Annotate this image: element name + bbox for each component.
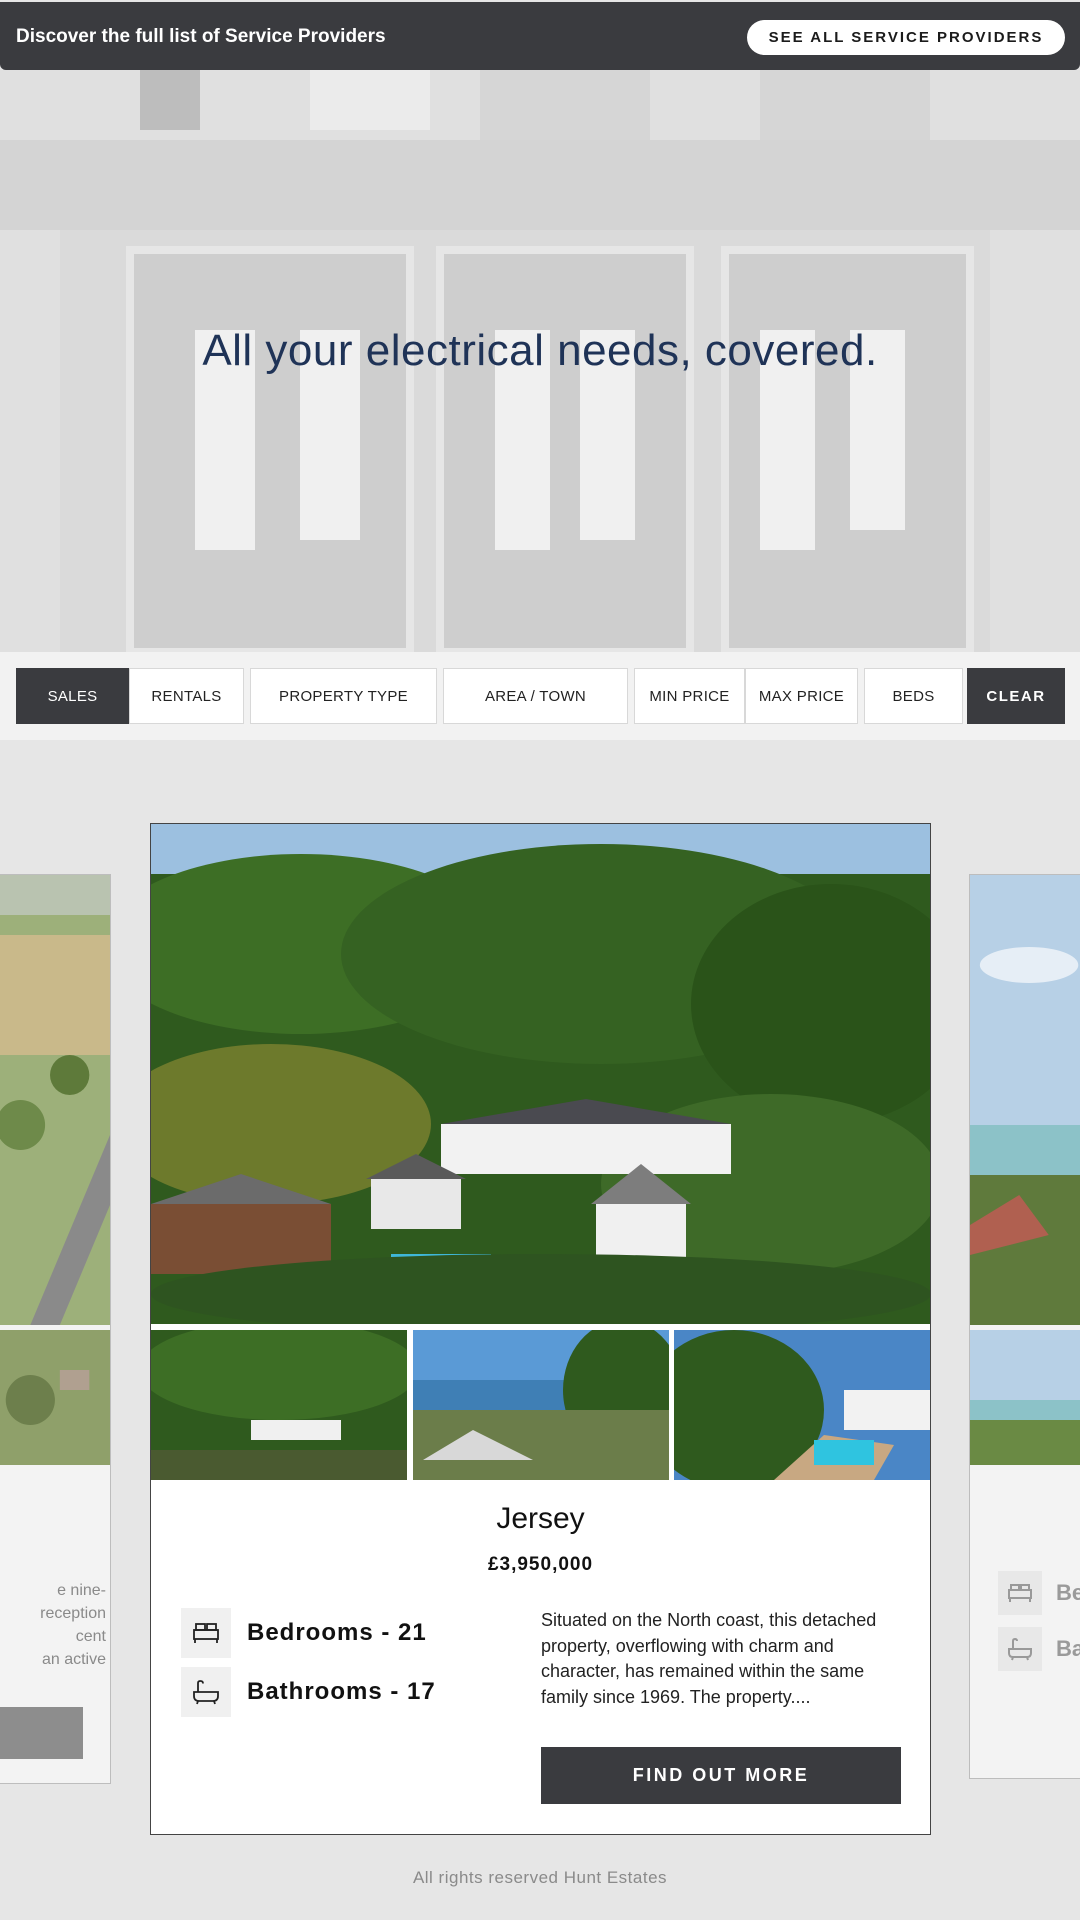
- listing-thumbnail-1[interactable]: [151, 1330, 407, 1480]
- previous-listing-image: [0, 875, 110, 1325]
- next-listing-thumbnail: [970, 1330, 1080, 1465]
- hero-title: All your electrical needs, covered.: [202, 326, 878, 375]
- next-listing-bedrooms-label: Be: [1056, 1580, 1080, 1605]
- previous-listing-thumbnail: [0, 1330, 110, 1465]
- next-listing-card[interactable]: Be Ba: [969, 874, 1080, 1779]
- bedrooms-feature: Bedrooms - 21: [181, 1608, 427, 1658]
- footer-copyright: All rights reserved Hunt Estates: [412, 1868, 668, 1887]
- clear-button[interactable]: CLEAR: [967, 668, 1065, 724]
- listing-thumbnail-2[interactable]: [413, 1330, 669, 1480]
- service-providers-banner: Discover the full list of Service Provid…: [0, 2, 1080, 70]
- beds-dropdown[interactable]: BEDS: [864, 668, 963, 724]
- previous-listing-find-out-more-button[interactable]: [0, 1707, 83, 1759]
- min-price-dropdown[interactable]: MIN PRICE: [634, 668, 745, 724]
- sales-tab[interactable]: SALES: [16, 668, 129, 724]
- listing-card[interactable]: Jersey £3,950,000 Bedrooms - 21 Bathroom…: [150, 823, 931, 1835]
- banner-text: Discover the full list of Service Provid…: [16, 26, 386, 47]
- next-listing-bedrooms: Be: [998, 1571, 1080, 1615]
- property-type-dropdown[interactable]: PROPERTY TYPE: [250, 668, 437, 724]
- previous-listing-description: e nine- reception cent an active: [0, 1579, 106, 1671]
- next-listing-bathrooms: Ba: [998, 1627, 1080, 1671]
- listing-description: Situated on the North coast, this detach…: [541, 1610, 877, 1707]
- previous-listing-text-line: cent: [75, 1628, 106, 1645]
- previous-listing-card[interactable]: e nine- reception cent an active: [0, 874, 111, 1784]
- listing-thumbnail-3[interactable]: [674, 1330, 930, 1480]
- listing-title: Jersey: [496, 1502, 585, 1535]
- next-listing-bathrooms-label: Ba: [1056, 1636, 1080, 1661]
- previous-listing-text-line: e nine-: [57, 1582, 106, 1599]
- listing-main-image[interactable]: [151, 824, 930, 1324]
- property-filter-bar: SALES RENTALS PROPERTY TYPE AREA / TOWN …: [0, 652, 1080, 740]
- bathrooms-label: Bathrooms - 17: [247, 1678, 436, 1705]
- bathtub-icon: [181, 1667, 231, 1717]
- area-town-dropdown[interactable]: AREA / TOWN: [443, 668, 628, 724]
- bedrooms-label: Bedrooms - 21: [247, 1619, 427, 1646]
- rentals-tab[interactable]: RENTALS: [129, 668, 244, 724]
- find-out-more-button[interactable]: FIND OUT MORE: [541, 1747, 901, 1804]
- see-all-service-providers-button[interactable]: SEE ALL SERVICE PROVIDERS: [747, 20, 1065, 55]
- bed-icon: [998, 1571, 1042, 1615]
- bathrooms-feature: Bathrooms - 17: [181, 1667, 436, 1717]
- next-listing-image: [970, 875, 1080, 1325]
- previous-listing-text-line: an active: [41, 1651, 106, 1668]
- bathtub-icon: [998, 1627, 1042, 1671]
- previous-listing-text-line: reception: [40, 1605, 106, 1622]
- bed-icon: [181, 1608, 231, 1658]
- max-price-dropdown[interactable]: MAX PRICE: [745, 668, 858, 724]
- listing-price: £3,950,000: [487, 1554, 594, 1575]
- hero-section: All your electrical needs, covered.: [0, 70, 1080, 652]
